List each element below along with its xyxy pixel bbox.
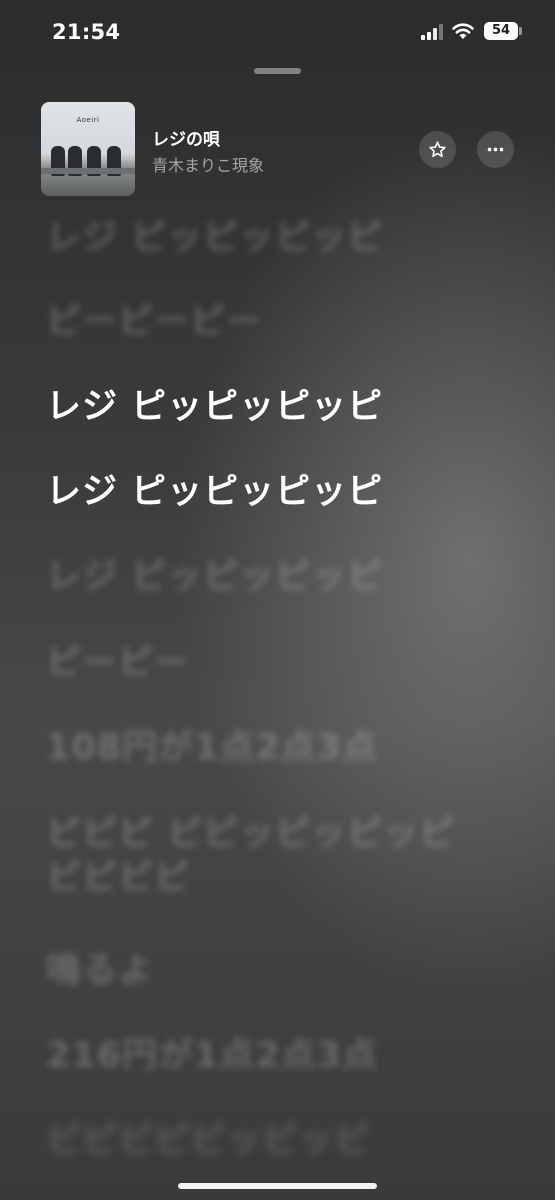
status-time: 21:54 (52, 20, 121, 44)
lyric-line[interactable]: ピーピー (46, 641, 516, 685)
favorite-button[interactable] (419, 131, 456, 168)
lyric-line[interactable]: 216円が1点2点3点 (46, 1034, 516, 1078)
home-indicator[interactable] (178, 1183, 377, 1189)
lyric-line[interactable]: 108円が1点2点3点 (46, 726, 516, 770)
lyric-line[interactable]: ピピピ ピピッピッピッピ ピピピピ (46, 812, 516, 900)
lyric-line-current[interactable]: レジ ピッピッピッピ (46, 385, 516, 429)
lyric-line[interactable]: 鳴るよ (46, 949, 516, 993)
star-icon (429, 141, 446, 158)
lyric-line[interactable]: レジ ピッピッピッピ (46, 555, 516, 599)
cellular-signal-icon (421, 24, 443, 40)
song-artist[interactable]: 青木まりこ現象 (152, 152, 264, 176)
more-button[interactable] (477, 131, 514, 168)
ellipsis-icon (487, 147, 504, 152)
lyric-line[interactable]: ピーピーピー (46, 300, 516, 344)
wifi-icon (451, 21, 475, 40)
artwork-title: Aoeiri (76, 116, 100, 124)
lyric-line-current[interactable]: レジ ピッピッピッピ (46, 470, 516, 514)
now-playing-header: Aoeiri レジの唄 青木まりこ現象 (0, 100, 555, 200)
sheet-grabber[interactable] (254, 68, 301, 74)
song-title[interactable]: レジの唄 (152, 125, 220, 150)
album-artwork[interactable]: Aoeiri (41, 102, 135, 196)
artwork-rail (41, 168, 135, 174)
status-bar: 21:54 54 (0, 0, 555, 60)
battery-icon: 54 (484, 22, 518, 40)
battery-cap (519, 27, 522, 35)
lyric-line[interactable]: レジ ピッピッピッピ (46, 216, 516, 260)
lyric-line[interactable]: ピピピピピッピッピ (46, 1119, 516, 1163)
